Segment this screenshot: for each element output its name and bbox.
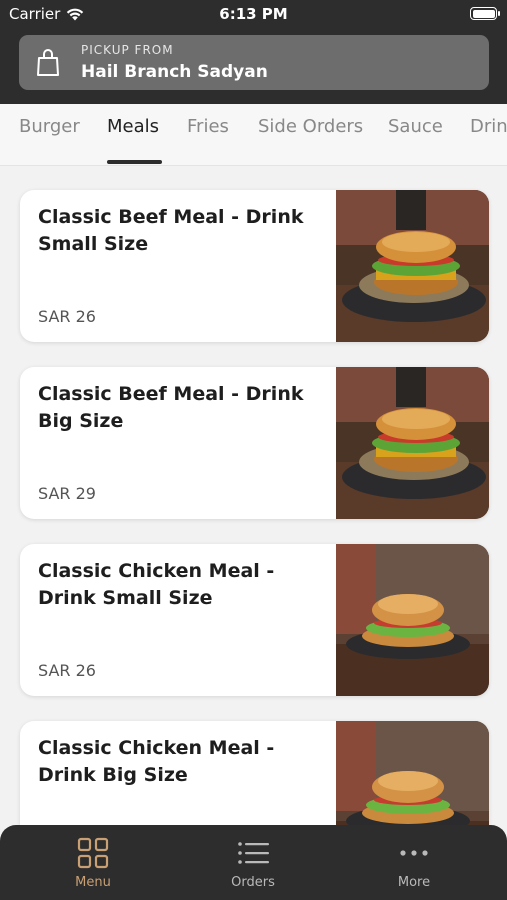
menu-item-card[interactable]: Classic Beef Meal - Drink Small Size SAR… xyxy=(20,190,489,342)
menu-item-price: SAR 29 xyxy=(38,484,96,503)
menu-item-price: SAR 26 xyxy=(38,661,96,680)
chicken-burger-photo xyxy=(336,721,489,825)
clock: 6:13 PM xyxy=(219,5,288,23)
battery-icon xyxy=(470,7,500,20)
tab-drinks[interactable]: Drinks xyxy=(470,116,507,137)
pickup-label: PICKUP FROM xyxy=(81,43,174,57)
active-tab-indicator xyxy=(107,160,162,164)
tab-side-orders[interactable]: Side Orders xyxy=(258,116,363,137)
nav-more-label: More xyxy=(397,875,431,890)
tab-sauce[interactable]: Sauce xyxy=(388,116,443,137)
tab-meals[interactable]: Meals xyxy=(107,116,159,137)
menu-item-list[interactable]: Classic Beef Meal - Drink Small Size SAR… xyxy=(0,166,507,825)
nav-orders[interactable]: Orders xyxy=(203,837,303,890)
bottom-navigation: Menu Orders More xyxy=(0,825,507,900)
menu-item-card[interactable]: Classic Chicken Meal - Drink Small Size … xyxy=(20,544,489,696)
tab-fries[interactable]: Fries xyxy=(187,116,229,137)
more-dots-icon xyxy=(400,850,428,856)
nav-menu[interactable]: Menu xyxy=(43,837,143,890)
grid-icon xyxy=(77,837,109,869)
shopping-bag-icon xyxy=(37,49,59,76)
menu-item-title: Classic Beef Meal - Drink Big Size xyxy=(38,383,304,432)
nav-orders-label: Orders xyxy=(231,875,275,890)
category-tabs: Burger Meals Fries Side Orders Sauce Dri… xyxy=(0,104,507,166)
menu-item-title: Classic Chicken Meal - Drink Big Size xyxy=(38,737,275,786)
menu-item-title: Classic Beef Meal - Drink Small Size xyxy=(38,206,304,255)
nav-more[interactable]: More xyxy=(364,837,464,890)
pickup-branch-name: Hail Branch Sadyan xyxy=(81,62,268,82)
menu-item-title: Classic Chicken Meal - Drink Small Size xyxy=(38,560,275,609)
list-icon xyxy=(238,842,269,864)
tab-burger[interactable]: Burger xyxy=(19,116,80,137)
beef-burger-photo xyxy=(336,367,489,519)
menu-item-price: SAR 26 xyxy=(38,307,96,326)
beef-burger-photo xyxy=(336,190,489,342)
nav-menu-label: Menu xyxy=(75,875,111,890)
top-header: Carrier 6:13 PM PICKUP FROM Hail Branch … xyxy=(0,0,507,104)
chicken-burger-photo xyxy=(336,544,489,696)
menu-item-card[interactable]: Classic Beef Meal - Drink Big Size SAR 2… xyxy=(20,367,489,519)
status-bar: Carrier 6:13 PM xyxy=(0,0,507,28)
menu-item-card[interactable]: Classic Chicken Meal - Drink Big Size xyxy=(20,721,489,825)
pickup-branch-selector[interactable]: PICKUP FROM Hail Branch Sadyan xyxy=(19,35,489,90)
